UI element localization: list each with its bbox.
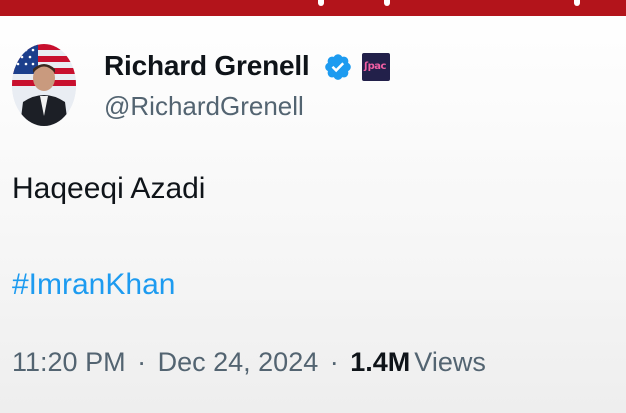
views-label: Views (414, 347, 486, 377)
banner-glyph (574, 0, 580, 6)
hashtag-link[interactable]: #ImranKhan (12, 268, 175, 302)
tweet-card: Richard Grenell ʃpac @RichardGrenell Haq… (0, 16, 626, 413)
tweet-time[interactable]: 11:20 PM (12, 347, 126, 377)
author-display-name[interactable]: Richard Grenell (104, 50, 310, 82)
tweet-meta: 11:20 PM · Dec 24, 2024 · 1.4M Views (12, 347, 486, 378)
affiliate-logo-icon[interactable]: ʃpac (362, 53, 390, 81)
avatar[interactable] (12, 44, 76, 126)
meta-separator: · (329, 347, 339, 377)
author-handle[interactable]: @RichardGrenell (104, 91, 304, 122)
verified-badge-icon (323, 52, 353, 82)
banner-glyph (384, 0, 390, 6)
banner-glyph (318, 0, 324, 6)
view-count[interactable]: 1.4M (350, 347, 410, 377)
tweet-date[interactable]: Dec 24, 2024 (158, 347, 319, 377)
affiliate-logo-glyph: ʃpac (364, 61, 386, 72)
meta-separator: · (137, 347, 147, 377)
tweet-text: Haqeeqi Azadi (12, 172, 206, 205)
top-banner (0, 0, 626, 16)
